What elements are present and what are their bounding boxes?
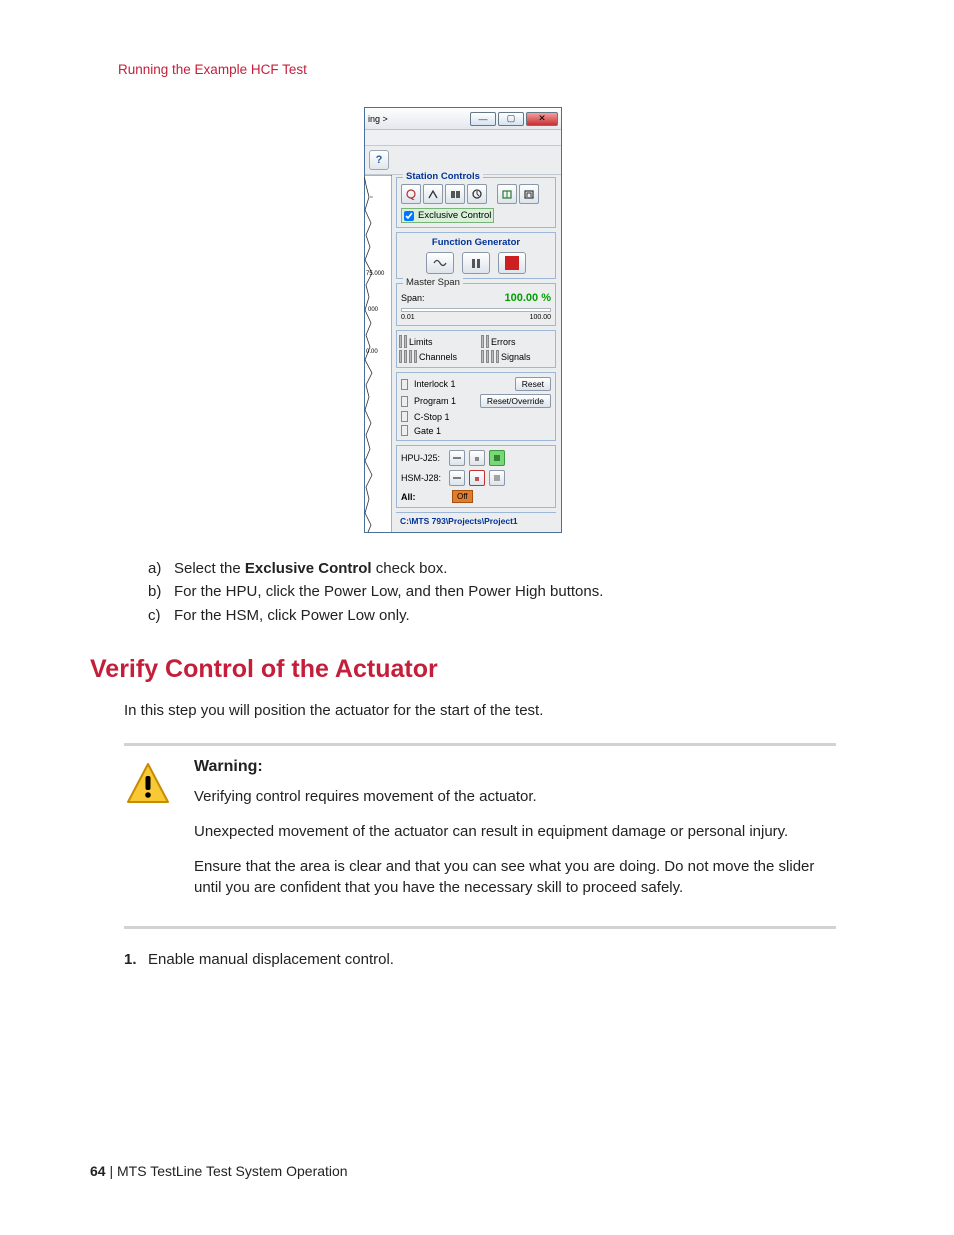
step-b-label: b) (148, 580, 168, 603)
station-controls-group: Station Controls Exclusive Control (396, 177, 556, 228)
hsm-label: HSM-J28: (401, 473, 445, 483)
master-span-legend: Master Span (403, 277, 463, 288)
warning-block: Warning: Verifying control requires move… (124, 758, 836, 912)
cstop-label: C-Stop 1 (414, 412, 450, 422)
function-generator-group: Function Generator (396, 232, 556, 279)
step1-num: 1. (124, 951, 140, 968)
span-value: 100.00 % (505, 292, 551, 304)
section-heading: Verify Control of the Actuator (90, 655, 836, 684)
window-titlebar: ing > — ▢ ✕ (365, 108, 561, 130)
warning-icon (124, 760, 172, 808)
section-intro: In this step you will position the actua… (124, 702, 836, 719)
divider-top (124, 743, 836, 746)
step1-text: Enable manual displacement control. (148, 951, 394, 968)
errors-cell[interactable]: Errors (481, 335, 553, 348)
title-fragment: ing > (368, 114, 388, 124)
control-icon-1[interactable] (401, 184, 421, 204)
gate-label: Gate 1 (414, 426, 441, 436)
hpu-off-button[interactable] (449, 450, 465, 466)
warning-p1: Verifying control requires movement of t… (194, 786, 836, 807)
screenshot-figure: ing > — ▢ ✕ ? ▫ 75.000 000 0.00 (90, 107, 836, 533)
menu-bar (365, 130, 561, 146)
stop-icon (505, 256, 519, 270)
minimize-button[interactable]: — (470, 112, 496, 126)
svg-text:▫: ▫ (370, 194, 372, 201)
close-button[interactable]: ✕ (526, 112, 558, 126)
warning-p3: Ensure that the area is clear and that y… (194, 856, 836, 898)
hsm-low-button[interactable] (469, 470, 485, 486)
torn-left-edge: ▫ 75.000 000 0.00 (365, 175, 391, 532)
span-max: 100.00 (530, 314, 551, 321)
control-icon-4[interactable] (467, 184, 487, 204)
exclusive-control-label: Exclusive Control (418, 210, 491, 221)
substep-list: a) Select the Exclusive Control check bo… (148, 557, 836, 627)
page-footer: 64 | MTS TestLine Test System Operation (90, 1163, 348, 1179)
status-block: Interlock 1 Reset Program 1 Reset/Overri… (396, 372, 556, 441)
fg-run-button[interactable] (426, 252, 454, 274)
help-icon[interactable]: ? (369, 150, 389, 170)
master-span-group: Master Span Span: 100.00 % 0.01 100.00 (396, 283, 556, 326)
span-min: 0.01 (401, 314, 415, 321)
divider-bottom (124, 926, 836, 929)
fg-hold-button[interactable] (462, 252, 490, 274)
breadcrumb: Running the Example HCF Test (118, 62, 836, 77)
control-icon-5[interactable] (497, 184, 517, 204)
span-label: Span: (401, 293, 425, 303)
numbered-steps: 1. Enable manual displacement control. (124, 951, 836, 968)
page-number: 64 (90, 1163, 106, 1179)
power-block: HPU-J25: HSM-J28: All: Off (396, 445, 556, 508)
svg-text:75.000: 75.000 (366, 271, 385, 277)
footer-title: MTS TestLine Test System Operation (117, 1163, 348, 1179)
reset-override-button[interactable]: Reset/Override (480, 394, 551, 408)
signals-cell[interactable]: Signals (481, 350, 553, 363)
step-a-text: Select the Exclusive Control check box. (174, 557, 447, 580)
control-icon-2[interactable] (423, 184, 443, 204)
station-controls-legend: Station Controls (403, 171, 483, 182)
maximize-button[interactable]: ▢ (498, 112, 524, 126)
svg-text:0.00: 0.00 (366, 349, 378, 355)
step-a-label: a) (148, 557, 168, 580)
span-slider[interactable]: 0.01 100.00 (401, 308, 551, 321)
hpu-low-button[interactable] (469, 450, 485, 466)
hsm-high-button[interactable] (489, 470, 505, 486)
status-bar-path: C:\MTS 793\Projects\Project1 (396, 512, 556, 529)
fg-stop-button[interactable] (498, 252, 526, 274)
program-label: Program 1 (414, 396, 456, 406)
hpu-label: HPU-J25: (401, 453, 445, 463)
warning-title: Warning: (194, 758, 836, 776)
function-generator-legend: Function Generator (401, 237, 551, 248)
hsm-off-button[interactable] (449, 470, 465, 486)
channels-cell[interactable]: Channels (399, 350, 471, 363)
warning-p2: Unexpected movement of the actuator can … (194, 821, 836, 842)
hpu-high-button[interactable] (489, 450, 505, 466)
detector-grid: Limits Errors Channels Signals (396, 330, 556, 368)
exclusive-control-input[interactable] (404, 211, 414, 221)
interlock-label: Interlock 1 (414, 379, 456, 389)
step-c-text: For the HSM, click Power Low only. (174, 604, 410, 627)
step-c-label: c) (148, 604, 168, 627)
limits-cell[interactable]: Limits (399, 335, 471, 348)
step-b-text: For the HPU, click the Power Low, and th… (174, 580, 603, 603)
reset-button[interactable]: Reset (515, 377, 551, 391)
station-manager-window: ing > — ▢ ✕ ? ▫ 75.000 000 0.00 (364, 107, 562, 533)
all-label: All: (401, 492, 445, 502)
control-icon-3[interactable] (445, 184, 465, 204)
exclusive-control-checkbox[interactable]: Exclusive Control (401, 208, 494, 223)
svg-text:000: 000 (368, 307, 379, 313)
control-icon-6[interactable] (519, 184, 539, 204)
all-off-button[interactable]: Off (452, 490, 473, 503)
